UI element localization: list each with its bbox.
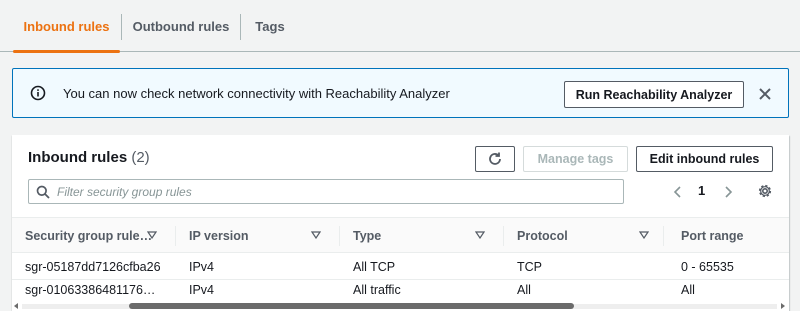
manage-tags-button[interactable]: Manage tags [523, 146, 628, 172]
table-row[interactable]: sgr-01063386481176… IPv4 All traffic All… [12, 276, 789, 303]
table-header: Security group rule… IP version Type Pro… [12, 217, 789, 253]
sort-icon [147, 231, 157, 239]
rule-count: (2) [131, 149, 150, 166]
tab-outbound-rules[interactable]: Outbound rules [122, 0, 240, 52]
sort-icon [639, 231, 649, 239]
cell-port-range: All [681, 282, 695, 297]
sort-icon [475, 231, 485, 239]
column-header-label: Security group rule… [25, 229, 153, 243]
edit-inbound-rules-button[interactable]: Edit inbound rules [636, 146, 773, 172]
tab-bar: Inbound rules Outbound rules Tags [0, 0, 800, 53]
column-header-ip-version[interactable]: IP version [189, 218, 339, 254]
refresh-button[interactable] [475, 146, 515, 172]
container-title-text: Inbound rules [28, 149, 128, 166]
sort-icon [311, 231, 321, 239]
cell-ip-version: IPv4 [189, 282, 215, 297]
info-icon [30, 85, 46, 101]
tab-label: Inbound rules [23, 18, 110, 34]
run-reachability-analyzer-button[interactable]: Run Reachability Analyzer [564, 81, 744, 108]
column-header-label: IP version [189, 229, 249, 243]
filter-input[interactable] [57, 183, 617, 201]
horizontal-scrollbar[interactable] [12, 301, 789, 311]
scroll-left-arrow-icon[interactable] [13, 303, 19, 309]
current-page[interactable]: 1 [698, 183, 705, 198]
tab-inbound-rules[interactable]: Inbound rules [13, 0, 120, 53]
column-header-label: Type [353, 229, 382, 243]
container-title: Inbound rules (2) [28, 149, 150, 166]
close-icon[interactable] [755, 84, 775, 104]
column-header-type[interactable]: Type [353, 218, 503, 254]
column-header-label: Port range [681, 229, 744, 243]
column-divider [503, 226, 504, 246]
column-divider [175, 226, 176, 246]
info-flashbar: You can now check network connectivity w… [12, 68, 789, 118]
chevron-right-icon[interactable] [722, 185, 734, 199]
filter-search-box [28, 179, 624, 204]
tab-tags[interactable]: Tags [241, 0, 299, 52]
cell-rule-id: sgr-01063386481176… [25, 282, 156, 297]
column-header-protocol[interactable]: Protocol [517, 218, 667, 254]
cell-protocol: All [517, 282, 531, 297]
column-header-rule-id[interactable]: Security group rule… [25, 218, 175, 254]
cell-type: All traffic [353, 282, 401, 297]
column-header-label: Protocol [517, 229, 568, 243]
column-divider [339, 226, 340, 246]
flash-message: You can now check network connectivity w… [63, 86, 450, 101]
inbound-rules-table-container: Inbound rules (2) Manage tags Edit inbou… [12, 135, 789, 311]
scrollbar-thumb[interactable] [129, 303, 574, 309]
gear-icon[interactable] [757, 183, 773, 199]
refresh-icon [489, 152, 501, 165]
tab-label: Tags [255, 18, 285, 34]
column-header-port-range[interactable]: Port range [681, 218, 781, 254]
tab-label: Outbound rules [132, 18, 230, 34]
chevron-left-icon[interactable] [672, 185, 684, 199]
column-divider [663, 226, 664, 246]
scroll-right-arrow-icon[interactable] [780, 303, 786, 309]
search-icon [36, 185, 50, 199]
